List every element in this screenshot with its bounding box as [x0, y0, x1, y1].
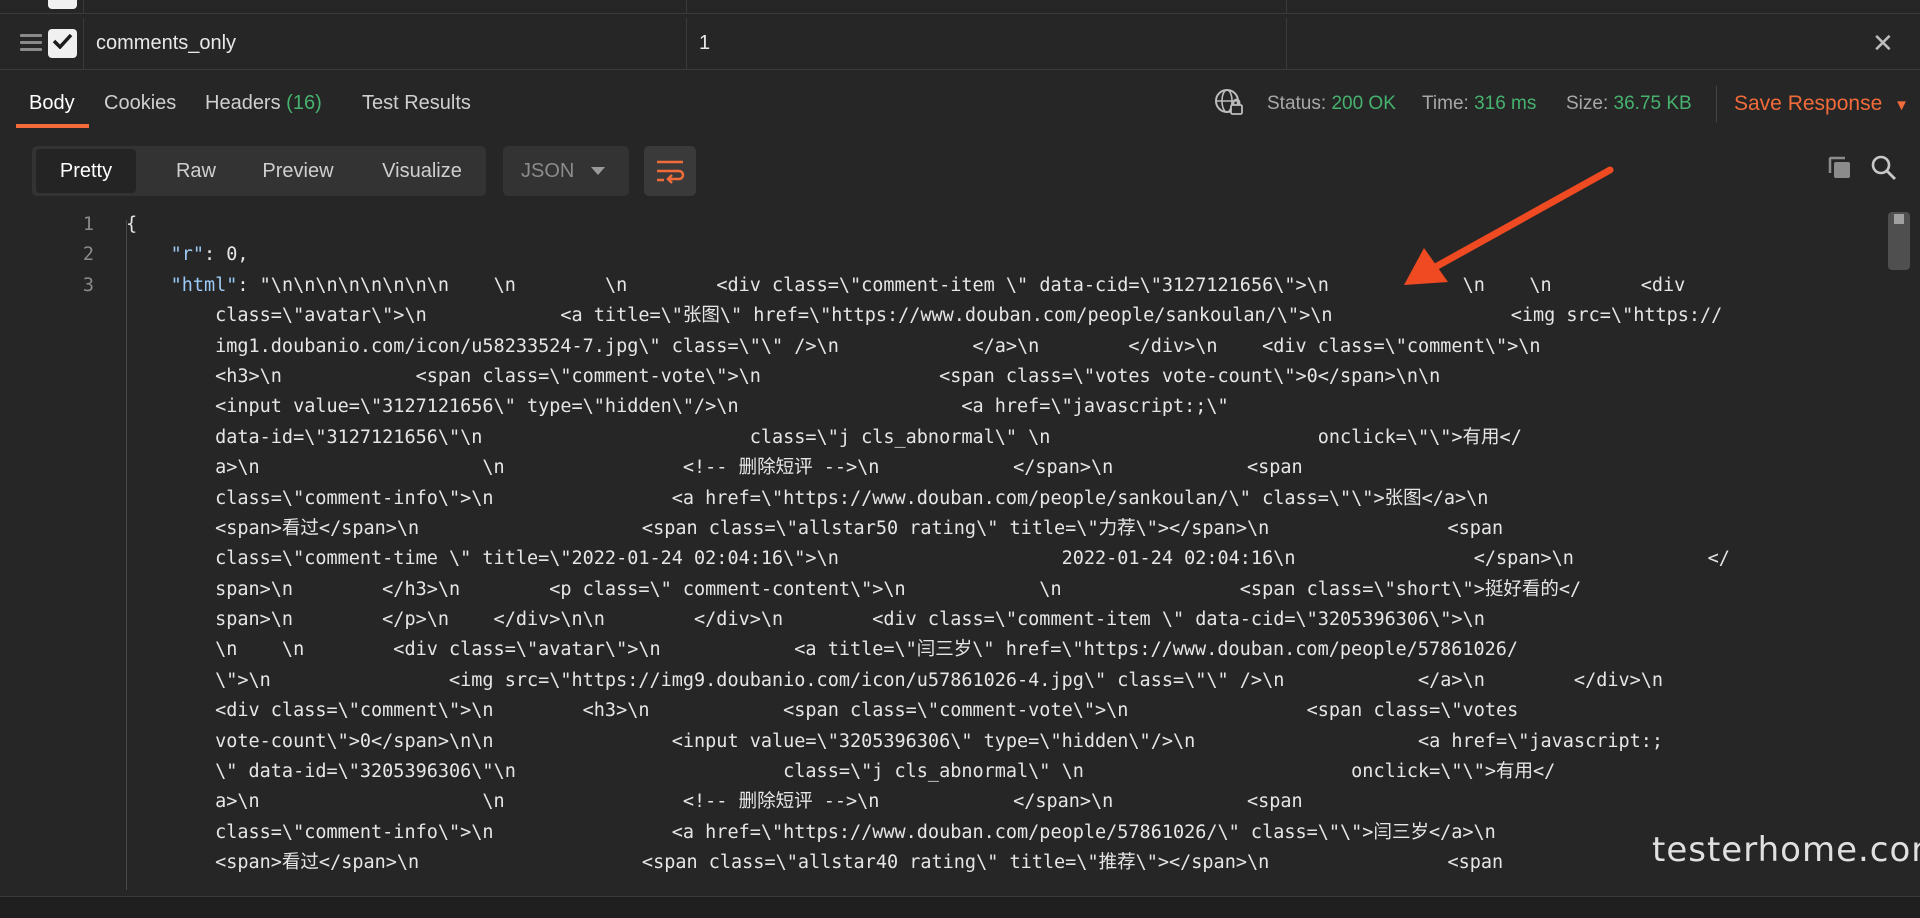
param-enabled-checkbox[interactable] — [48, 0, 77, 9]
view-visualize-button[interactable]: Visualize — [362, 146, 482, 196]
code-line: <div class=\"comment\">\n <h3>\n <span c… — [126, 700, 1519, 722]
status-indicator: Status: 200 OK — [1267, 93, 1396, 115]
save-response-label: Save Response — [1734, 92, 1883, 115]
tab-cookies[interactable]: Cookies — [104, 92, 176, 115]
line-number-gutter: 1 2 3 — [0, 210, 126, 301]
line-number: 3 — [82, 274, 94, 296]
response-body-editor[interactable]: 1 2 3 { "r": 0, "html": "\n\n\n\n\n\n\n\… — [0, 210, 1920, 890]
copy-icon[interactable] — [1826, 154, 1854, 182]
globe-lock-icon[interactable] — [1214, 88, 1244, 118]
status-label: Status: — [1267, 93, 1327, 114]
wrap-lines-icon — [657, 160, 685, 184]
code-line: class=\"avatar\">\n <a title=\"张图\" href… — [126, 305, 1723, 327]
code-line: img1.doubanio.com/icon/u58233524-7.jpg\"… — [126, 335, 1541, 357]
tab-headers[interactable]: Headers (16) — [205, 92, 322, 115]
line-number: 2 — [82, 244, 94, 266]
code-line: span>\n </h3>\n <p class=\" comment-cont… — [126, 578, 1582, 600]
caret-down-icon — [591, 167, 605, 175]
column-divider — [686, 0, 687, 13]
code-line: \">\n <img src=\"https://img9.doubanio.c… — [126, 669, 1664, 691]
divider — [1716, 86, 1717, 122]
code-line: \" data-id=\"3205396306\"\n class=\"j cl… — [126, 761, 1556, 783]
code-line: class=\"comment-time \" title=\"2022-01-… — [126, 548, 1730, 570]
column-divider — [83, 18, 84, 69]
drag-handle-icon[interactable] — [20, 34, 42, 52]
watermark: testerhome.com — [1652, 830, 1920, 870]
param-row: comments_only 1 ✕ — [0, 18, 1920, 70]
caret-down-icon: ▼ — [1894, 97, 1909, 114]
time-value: 316 ms — [1474, 93, 1537, 114]
view-mode-segmented-control: Pretty Raw Preview Visualize — [32, 146, 486, 196]
save-response-button[interactable]: Save Response ▼ — [1734, 92, 1909, 116]
code-line: class=\"comment-info\">\n <a href=\"http… — [126, 487, 1489, 509]
size-value: 36.75 KB — [1613, 93, 1692, 114]
tab-body[interactable]: Body — [29, 92, 75, 115]
code-line: vote-count\">0</span>\n\n <input value=\… — [126, 730, 1664, 752]
param-enabled-checkbox[interactable] — [48, 29, 77, 58]
delete-param-icon[interactable]: ✕ — [1872, 30, 1894, 56]
code-line: <span>看过</span>\n <span class=\"allstar4… — [126, 852, 1504, 874]
code-line: span>\n </p>\n </div>\n\n </div>\n <div … — [126, 609, 1485, 631]
code-line: <h3>\n <span class=\"comment-vote\">\n <… — [126, 365, 1441, 387]
bottom-status-bar — [0, 896, 1920, 918]
param-value-field[interactable]: 1 — [699, 32, 710, 55]
code-line: <input value=\"3127121656\" type=\"hidde… — [126, 396, 1229, 418]
line-number: 1 — [82, 214, 94, 235]
view-pretty-button[interactable]: Pretty — [36, 149, 136, 193]
view-preview-button[interactable]: Preview — [248, 146, 348, 196]
format-select[interactable]: JSON — [503, 146, 629, 196]
tab-headers-label: Headers — [205, 92, 287, 114]
scrollbar-arrow[interactable] — [1894, 214, 1904, 224]
time-label: Time: — [1422, 93, 1469, 114]
column-divider — [83, 0, 84, 13]
size-indicator: Size: 36.75 KB — [1566, 93, 1692, 115]
param-key-field[interactable]: comments_only — [96, 32, 236, 55]
view-raw-button[interactable]: Raw — [156, 146, 236, 196]
search-icon[interactable] — [1870, 154, 1898, 182]
wrap-lines-button[interactable] — [644, 146, 696, 196]
code-line: data-id=\"3127121656\"\n class=\"j cls_a… — [126, 426, 1522, 448]
code-line: <span>看过</span>\n <span class=\"allstar5… — [126, 517, 1504, 539]
column-divider — [1286, 0, 1287, 13]
column-divider — [1286, 18, 1287, 69]
code-line: class=\"comment-info\">\n <a href=\"http… — [126, 821, 1496, 843]
code-line: \n \n <div class=\"avatar\">\n <a title=… — [126, 639, 1519, 661]
active-tab-indicator — [16, 124, 89, 128]
tab-test-results[interactable]: Test Results — [362, 92, 471, 115]
annotation-arrow-icon — [1404, 166, 1614, 285]
param-row-previous — [0, 0, 1920, 14]
code-lines: { "r": 0, "html": "\n\n\n\n\n\n\n\n \n \… — [126, 210, 1876, 879]
headers-count-badge: (16) — [286, 92, 322, 114]
time-indicator: Time: 316 ms — [1422, 93, 1536, 115]
status-value: 200 OK — [1331, 93, 1396, 114]
size-label: Size: — [1566, 93, 1609, 114]
check-icon — [52, 33, 73, 49]
code-line: a>\n \n <!-- 删除短评 -->\n </span>\n <span — [126, 791, 1303, 813]
code-line: a>\n \n <!-- 删除短评 -->\n </span>\n <span — [126, 457, 1303, 479]
response-tab-bar: Body Cookies Headers (16) Test Results S… — [0, 80, 1920, 130]
format-select-value: JSON — [521, 160, 575, 182]
column-divider — [686, 18, 687, 69]
